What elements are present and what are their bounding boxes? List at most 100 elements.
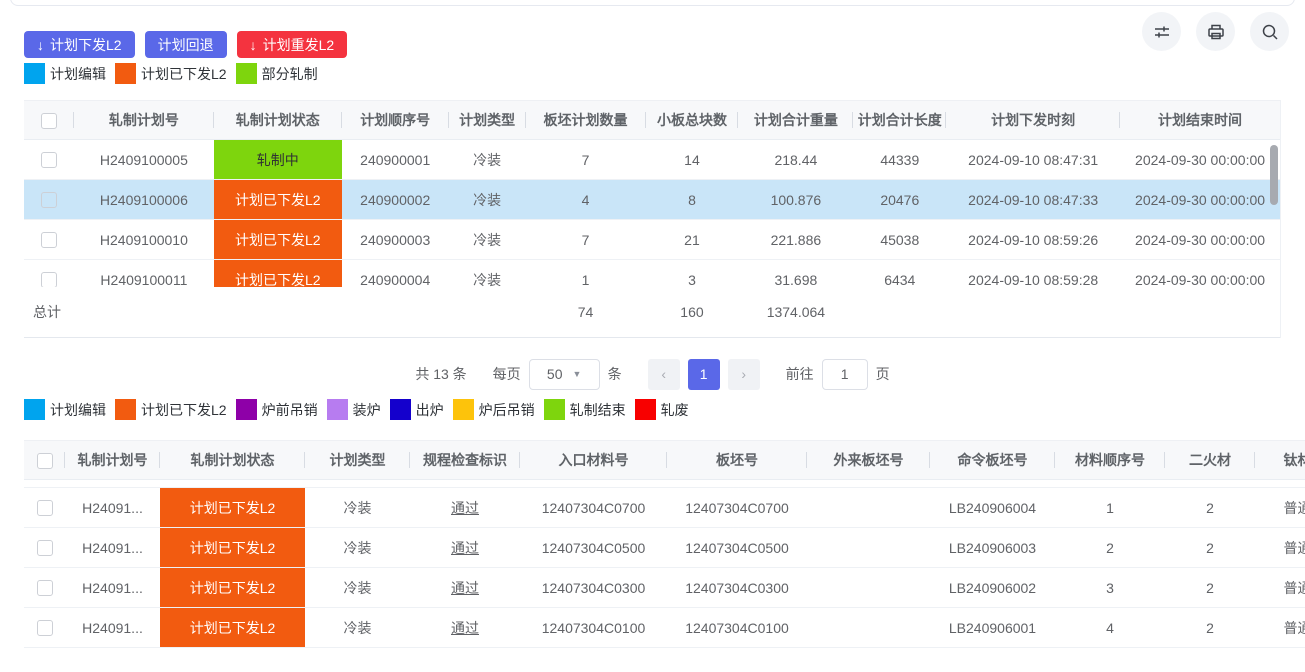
entry-material-no-cell: 12407304C0500	[520, 528, 667, 567]
goto-page-input[interactable]	[822, 359, 868, 390]
filter-icon	[1153, 23, 1171, 41]
order-slab-no-cell: LB240906002	[930, 568, 1055, 607]
table-row[interactable]: H2409100005 轧制中 240900001 冷装 7 14 218.44…	[24, 140, 1280, 180]
table-row-selected[interactable]: H2409100006 计划已下发L2 240900002 冷装 4 8 100…	[24, 180, 1280, 220]
row-checkbox[interactable]	[37, 540, 53, 556]
second-fire-cell: 2	[1165, 568, 1255, 607]
entry-material-no-cell: 12407304C0300	[520, 568, 667, 607]
end-time-cell: 2024-09-30 00:00:00	[1120, 260, 1280, 287]
row-checkbox[interactable]	[41, 152, 57, 168]
col-plan-status: 轧制计划状态	[160, 440, 305, 480]
slab-no-cell: 12407304C0300	[667, 568, 807, 607]
filter-settings-button[interactable]	[1142, 12, 1181, 51]
table-row[interactable]: H24091... 计划已下发L2 冷装 通过 12407304C0500 12…	[24, 528, 1305, 568]
plan-seq-cell: 240900002	[342, 180, 449, 219]
legend-item: 计划已下发L2	[115, 399, 227, 420]
page-unit-label: 页	[876, 364, 890, 384]
col-plan-no: 轧制计划号	[65, 440, 160, 480]
plan-type-cell: 冷装	[449, 140, 526, 179]
check-flag-link[interactable]: 通过	[451, 498, 479, 518]
col-plan-status: 轧制计划状态	[214, 100, 342, 140]
external-slab-no-cell	[807, 528, 930, 567]
titanium-cell: 普通	[1255, 568, 1305, 607]
col-slab-count: 板坯计划数量	[526, 100, 646, 140]
row-checkbox[interactable]	[37, 580, 53, 596]
print-button[interactable]	[1196, 12, 1235, 51]
check-flag-link[interactable]: 通过	[451, 578, 479, 598]
next-page-button[interactable]: ›	[728, 359, 760, 390]
row-checkbox[interactable]	[37, 620, 53, 636]
second-fire-cell: 2	[1165, 488, 1255, 527]
page-1-button[interactable]: 1	[688, 359, 720, 390]
plan-no-cell: H24091...	[65, 488, 160, 527]
slab-count-cell: 7	[526, 140, 646, 179]
end-time-cell: 2024-09-30 00:00:00	[1120, 220, 1280, 259]
select-all-checkbox[interactable]	[37, 453, 53, 469]
col-check-flag: 规程检查标识	[410, 440, 520, 480]
goto-label: 前往	[786, 364, 814, 384]
check-flag-link[interactable]: 通过	[451, 538, 479, 558]
color-swatch	[390, 399, 411, 420]
col-material-seq: 材料顺序号	[1055, 440, 1165, 480]
order-slab-no-cell: LB240906004	[930, 488, 1055, 527]
row-checkbox[interactable]	[37, 500, 53, 516]
plan-send-l2-button[interactable]: ↓ 计划下发L2	[24, 31, 135, 58]
plan-toolbar: ↓ 计划下发L2 计划回退 ↓ 计划重发L2	[24, 31, 347, 58]
entry-material-no-cell: 12407304C0700	[520, 488, 667, 527]
legend-item: 计划编辑	[24, 399, 106, 420]
plan-table-header: 轧制计划号 轧制计划状态 计划顺序号 计划类型 板坯计划数量 小板总块数 计划合…	[24, 100, 1280, 140]
row-checkbox[interactable]	[41, 272, 57, 288]
piece-count-cell: 21	[646, 220, 739, 259]
table-row[interactable]: H2409100010 计划已下发L2 240900003 冷装 7 21 22…	[24, 220, 1280, 260]
plan-type-cell: 冷装	[449, 180, 526, 219]
col-total-length: 计划合计长度	[853, 100, 946, 140]
table-row[interactable]: H24091... 计划已下发L2 冷装 通过 12407304C0100 12…	[24, 608, 1305, 648]
piece-count-cell: 8	[646, 180, 739, 219]
summary-row: 总计 74 160 1374.064	[24, 287, 1280, 338]
legend-label: 炉前吊销	[262, 400, 318, 420]
plan-no-cell: H24091...	[65, 608, 160, 647]
search-button[interactable]	[1250, 12, 1289, 51]
legend-item: 轧制结束	[544, 399, 626, 420]
second-fire-cell: 2	[1165, 608, 1255, 647]
legend-item: 炉前吊销	[236, 399, 318, 420]
legend-label: 出炉	[416, 400, 444, 420]
legend-label: 部分轧制	[262, 64, 318, 84]
end-time-cell: 2024-09-30 00:00:00	[1120, 180, 1280, 219]
col-titanium: 钛材	[1255, 440, 1305, 480]
chevron-down-icon: ▼	[573, 369, 582, 379]
row-checkbox[interactable]	[41, 192, 57, 208]
page-size-select[interactable]: 50 ▼	[529, 359, 600, 390]
slab-count-cell: 1	[526, 260, 646, 287]
material-seq-cell: 4	[1055, 608, 1165, 647]
table-row[interactable]: H2409100011 计划已下发L2 240900004 冷装 1 3 31.…	[24, 260, 1280, 287]
piece-count-cell: 3	[646, 260, 739, 287]
piece-count-cell: 14	[646, 140, 739, 179]
color-swatch	[236, 63, 257, 84]
total-count-label: 共 13 条	[415, 364, 466, 384]
color-swatch	[327, 399, 348, 420]
plan-type-cell: 冷装	[305, 488, 410, 527]
color-swatch	[635, 399, 656, 420]
second-fire-cell: 2	[1165, 528, 1255, 567]
row-checkbox[interactable]	[41, 232, 57, 248]
summary-total-weight: 1374.064	[738, 304, 853, 320]
table-row[interactable]: H24091... 计划已下发L2 冷装 通过 12407304C0700 12…	[24, 488, 1305, 528]
plan-seq-cell: 240900004	[342, 260, 449, 287]
plan-type-cell: 冷装	[305, 568, 410, 607]
table-row[interactable]: H24091... 计划已下发L2 冷装 通过 12407304C0300 12…	[24, 568, 1305, 608]
plan-resend-l2-button[interactable]: ↓ 计划重发L2	[237, 31, 348, 58]
send-time-cell: 2024-09-10 08:59:26	[946, 220, 1120, 259]
check-flag-link[interactable]: 通过	[451, 618, 479, 638]
send-time-cell: 2024-09-10 08:47:31	[946, 140, 1120, 179]
status-badge: 计划已下发L2	[214, 220, 342, 259]
plan-seq-cell: 240900003	[342, 220, 449, 259]
prev-page-button[interactable]: ‹	[648, 359, 680, 390]
select-all-checkbox[interactable]	[41, 113, 57, 129]
plan-rollback-button[interactable]: 计划回退	[145, 31, 227, 58]
order-slab-no-cell: LB240906001	[930, 608, 1055, 647]
status-badge: 计划已下发L2	[160, 528, 305, 567]
status-badge: 计划已下发L2	[160, 568, 305, 607]
vertical-scrollbar[interactable]	[1270, 145, 1278, 205]
plan-table-body: H2409100005 轧制中 240900001 冷装 7 14 218.44…	[24, 140, 1280, 287]
